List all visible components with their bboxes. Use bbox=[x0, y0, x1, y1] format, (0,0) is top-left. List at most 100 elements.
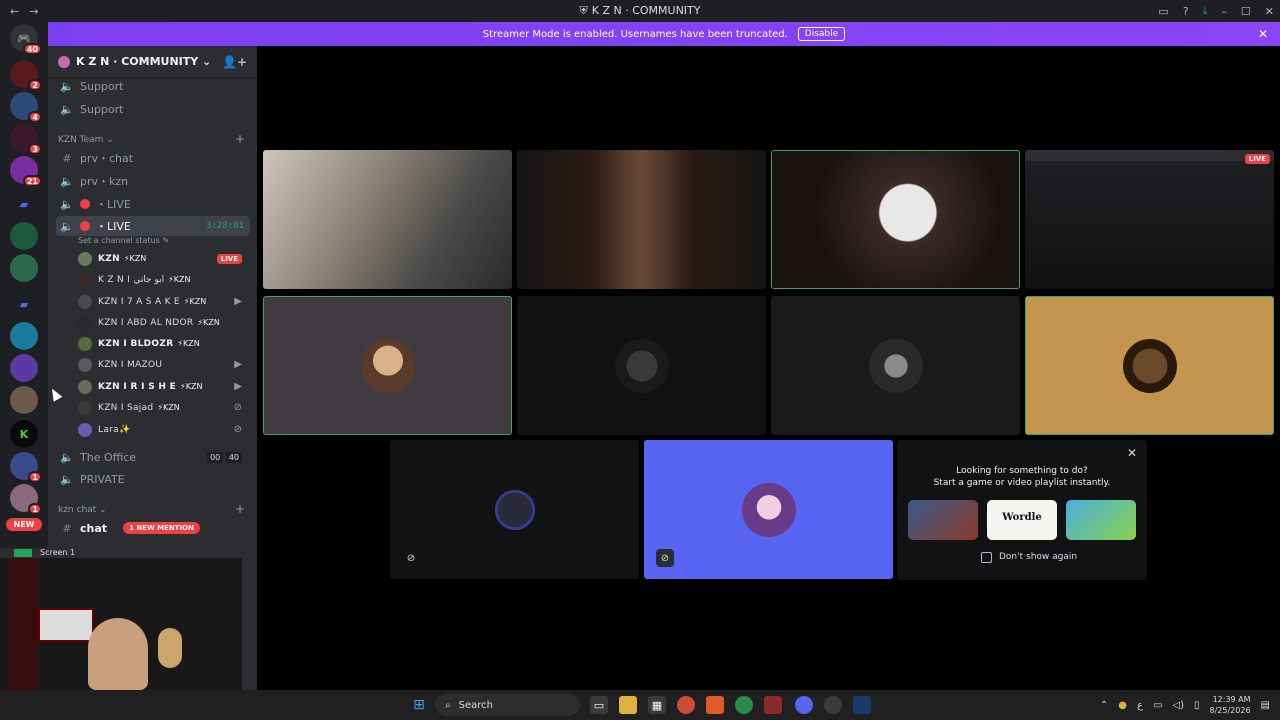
server-icon-1[interactable]: 2 bbox=[10, 60, 42, 91]
download-icon[interactable]: ⤓ bbox=[1203, 4, 1208, 18]
voice-member[interactable]: KZN I Sajad ⚡KZN ⊘ bbox=[78, 398, 250, 417]
server-icon-14[interactable]: 1 bbox=[10, 484, 42, 515]
start-icon[interactable]: ⊞ bbox=[410, 696, 428, 714]
channel-prv-chat[interactable]: # prv・chat bbox=[56, 148, 250, 168]
avatar bbox=[78, 400, 92, 415]
activity-game-1[interactable] bbox=[908, 500, 978, 540]
invite-icon[interactable]: 👤+ bbox=[222, 55, 247, 69]
channel-chat[interactable]: # chat 1 NEW MENTION bbox=[56, 518, 250, 538]
home-button[interactable]: 🎮 40 bbox=[10, 24, 42, 55]
video-tile-speaking[interactable] bbox=[771, 150, 1020, 289]
close-window-icon[interactable]: ✕ bbox=[1265, 5, 1274, 18]
avatar-tile[interactable] bbox=[771, 296, 1020, 435]
guitar-image bbox=[158, 628, 182, 668]
channel-live-1[interactable]: 🔈 ・LIVE bbox=[56, 194, 250, 214]
server-badge: 21 bbox=[22, 175, 42, 187]
channel-status[interactable]: Set a channel status ✎ bbox=[78, 236, 169, 245]
windows-taskbar: ⊞ ⌕ Search ▭ ▦ ⌃ ● ع ▭ ◁) ▯ 12:39 AM 8/25/… bbox=[0, 690, 1280, 720]
task-view-icon[interactable]: ▭ bbox=[590, 696, 608, 714]
server-icon-4[interactable]: 21 bbox=[10, 156, 42, 187]
add-channel-icon[interactable]: + bbox=[235, 132, 245, 146]
folder-icon[interactable]: ▰ bbox=[10, 190, 38, 218]
add-channel-icon[interactable]: + bbox=[235, 502, 245, 516]
channel-private[interactable]: 🔈 PRIVATE bbox=[56, 469, 250, 489]
voice-icon: 🔈 bbox=[60, 472, 74, 486]
voice-member[interactable]: KZN I ABD AL NDOR ⚡KZN bbox=[78, 313, 250, 332]
clock[interactable]: 12:39 AM 8/25/2026 bbox=[1210, 694, 1251, 716]
store-icon[interactable]: ▦ bbox=[648, 696, 666, 714]
xbox-icon[interactable] bbox=[735, 696, 753, 714]
channel-prv-kzn[interactable]: 🔈 prv・kzn bbox=[56, 171, 250, 191]
avatar-tile[interactable] bbox=[263, 296, 512, 435]
app-icon[interactable] bbox=[764, 696, 782, 714]
tray-overflow-icon[interactable]: ⌃ bbox=[1100, 700, 1108, 711]
forward-icon[interactable]: → bbox=[29, 5, 38, 18]
disable-button[interactable]: Disable bbox=[797, 27, 846, 41]
system-tray: ⌃ ● ع ▭ ◁) ▯ 12:39 AM 8/25/2026 ▤ bbox=[1100, 690, 1270, 720]
back-icon[interactable]: ← bbox=[10, 5, 19, 18]
stream-tile[interactable]: LIVE bbox=[1025, 150, 1274, 289]
minimize-icon[interactable]: – bbox=[1221, 5, 1227, 18]
category-kzn-chat[interactable]: kzn chat ⌄ bbox=[58, 505, 107, 515]
voice-icon: 🔈 bbox=[60, 219, 74, 233]
video-tile[interactable] bbox=[517, 150, 766, 289]
channel-label: ・LIVE bbox=[96, 198, 131, 211]
mention-badge[interactable]: 1 NEW MENTION bbox=[123, 522, 200, 534]
channel-live-2[interactable]: 🔈 ・LIVE 3:28:01 bbox=[56, 216, 250, 236]
volume-icon[interactable]: ◁) bbox=[1172, 700, 1184, 711]
inbox-icon[interactable]: ▭ bbox=[1158, 5, 1168, 18]
avatar bbox=[78, 272, 92, 287]
member-tag: ⚡KZN bbox=[123, 254, 147, 263]
dont-show-checkbox[interactable] bbox=[981, 552, 992, 563]
server-icon-3[interactable]: 3 bbox=[10, 124, 42, 155]
window-title: ⛨ K Z N · COMMUNITY bbox=[0, 4, 1280, 18]
language-indicator[interactable]: ع bbox=[1137, 700, 1143, 711]
avatar-tile[interactable] bbox=[517, 296, 766, 435]
server-icon-6[interactable] bbox=[10, 222, 38, 250]
help-icon[interactable]: ? bbox=[1183, 5, 1189, 18]
server-icon-10[interactable] bbox=[10, 354, 38, 382]
file-explorer-icon[interactable] bbox=[619, 696, 637, 714]
obs-icon[interactable] bbox=[824, 696, 842, 714]
taskbar-search[interactable]: ⌕ Search bbox=[435, 694, 580, 716]
channel-the-office[interactable]: 🔈 The Office 00 40 bbox=[56, 447, 250, 467]
activity-game-wordle[interactable]: Wordle bbox=[987, 500, 1057, 540]
new-badge[interactable]: NEW bbox=[6, 518, 42, 531]
voice-member[interactable]: KZN ⚡KZN LIVE bbox=[78, 249, 250, 268]
video-tile[interactable] bbox=[263, 150, 512, 289]
close-suggestion-icon[interactable]: ✕ bbox=[1127, 446, 1137, 460]
voice-member[interactable]: KZN I BLDOZR ⚡KZN bbox=[78, 334, 250, 353]
network-icon[interactable]: ▭ bbox=[1153, 700, 1162, 711]
voice-member[interactable]: Lara✨ ⊘ bbox=[78, 420, 250, 439]
chrome-icon[interactable] bbox=[677, 696, 695, 714]
screen-icon bbox=[14, 549, 32, 557]
category-kzn-team[interactable]: KZN Team ⌄ bbox=[58, 135, 114, 145]
window-controls: ▭ ? ⤓ – ☐ ✕ bbox=[1158, 0, 1274, 22]
voice-member[interactable]: KZN I MAZOU ▶ bbox=[78, 355, 250, 374]
kick-server-icon[interactable]: K bbox=[10, 420, 38, 448]
guild-header[interactable]: K Z N · COMMUNITY ⌄ 👤+ bbox=[48, 46, 257, 78]
server-icon-7[interactable] bbox=[10, 254, 38, 282]
battery-icon[interactable]: ▯ bbox=[1194, 700, 1200, 711]
channel-support-2[interactable]: 🔈 Support bbox=[56, 99, 250, 119]
close-banner-icon[interactable]: ✕ bbox=[1258, 27, 1268, 41]
avatar-tile[interactable]: ⊘ bbox=[644, 440, 893, 579]
server-icon-13[interactable]: 1 bbox=[10, 452, 42, 483]
notification-icon[interactable]: ▤ bbox=[1261, 700, 1270, 711]
channel-support-1[interactable]: 🔈 Support bbox=[56, 76, 250, 96]
mic-icon[interactable]: ● bbox=[1118, 700, 1127, 711]
maximize-icon[interactable]: ☐ bbox=[1241, 5, 1251, 18]
avatar-tile[interactable]: ⊘ bbox=[390, 440, 639, 579]
steam-icon[interactable] bbox=[853, 696, 871, 714]
server-icon-kzn[interactable]: 4 bbox=[10, 92, 42, 123]
activity-game-3[interactable] bbox=[1066, 500, 1136, 540]
voice-member[interactable]: K Z N I ابو جاتي ⚡KZN bbox=[78, 270, 250, 289]
folder-icon[interactable]: ▰ bbox=[10, 290, 38, 318]
brave-icon[interactable] bbox=[706, 696, 724, 714]
server-icon-9[interactable] bbox=[10, 322, 38, 350]
server-icon-11[interactable] bbox=[10, 386, 38, 414]
discord-taskbar-icon[interactable] bbox=[795, 696, 813, 714]
avatar-tile[interactable] bbox=[1025, 296, 1274, 435]
voice-member[interactable]: KZN I 7 A S A K E ⚡KZN ▶ bbox=[78, 292, 250, 311]
voice-member[interactable]: KZN I R I S H E ⚡KZN ▶ bbox=[78, 377, 250, 396]
